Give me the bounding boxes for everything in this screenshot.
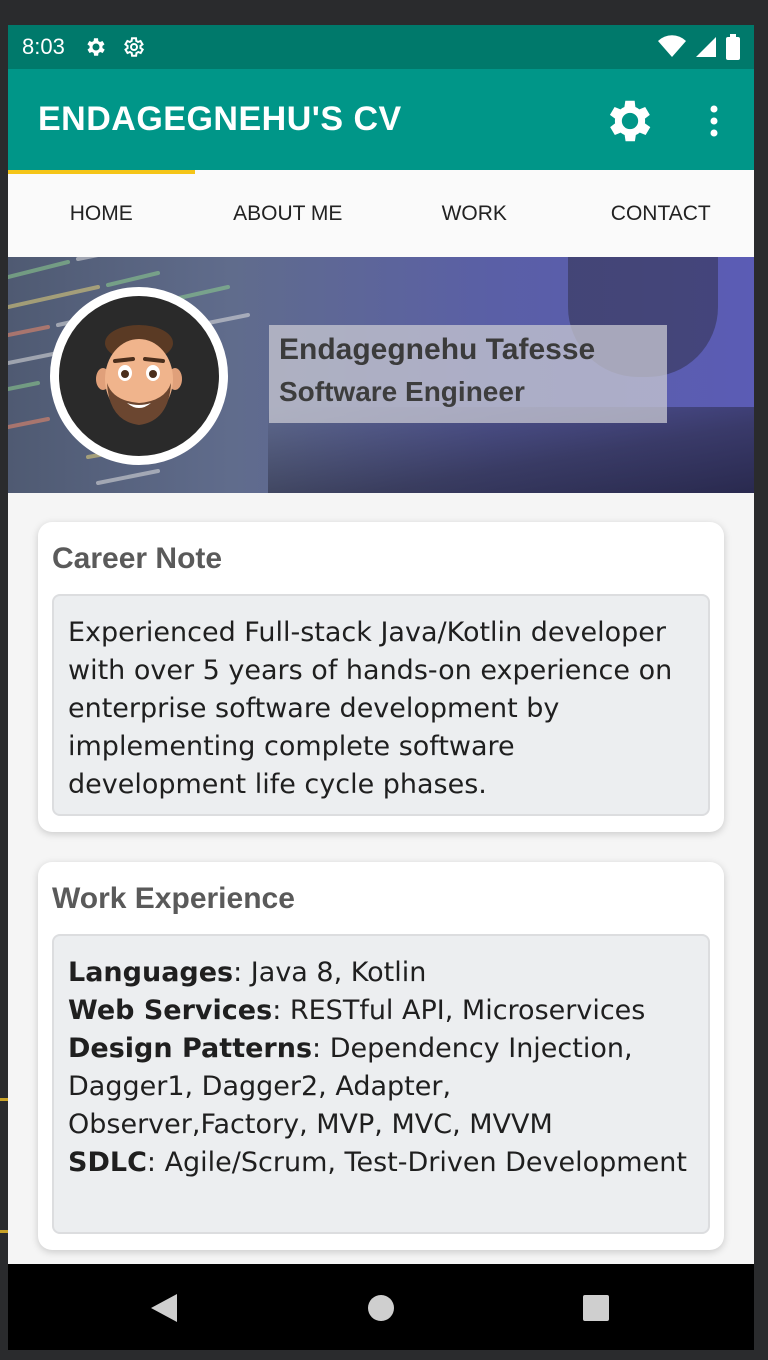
name-box: Endagegnehu Tafesse Software Engineer [269, 325, 667, 423]
back-icon [151, 1294, 177, 1322]
tab-label: CONTACT [610, 201, 711, 225]
career-note-text: Experienced Full-stack Java/Kotlin devel… [52, 594, 710, 816]
settings-gear-icon [87, 38, 105, 56]
work-item-value: : Java 8, Kotlin [233, 957, 427, 988]
battery-icon [726, 34, 740, 60]
tab-label: WORK [441, 201, 507, 225]
status-icons [658, 34, 740, 60]
work-item-sdlc: SDLC: Agile/Scrum, Test-Driven Developme… [68, 1144, 694, 1182]
frame-marker [0, 1230, 8, 1233]
memoji-avatar-icon [96, 325, 182, 425]
card-title: Career Note [52, 542, 223, 575]
card-title: Work Experience [52, 882, 295, 915]
device-frame-top [0, 0, 768, 25]
work-item-label: SDLC [68, 1147, 147, 1178]
tab-about-me[interactable]: ABOUT ME [195, 170, 382, 257]
work-item-value: : RESTful API, Microservices [272, 995, 646, 1026]
settings-icon [609, 100, 651, 142]
tab-label: HOME [69, 201, 133, 225]
work-experience-list: Languages: Java 8, Kotlin Web Services: … [52, 934, 710, 1234]
tab-home[interactable]: HOME [8, 170, 195, 257]
app-title: ENDAGEGNEHU'S CV [38, 100, 402, 138]
work-experience-card: Work Experience Languages: Java 8, Kotli… [38, 862, 724, 1250]
back-button[interactable] [142, 1286, 186, 1330]
tab-work[interactable]: WORK [381, 170, 568, 257]
work-item-value: : Agile/Scrum, Test-Driven Development [146, 1147, 687, 1178]
device-frame-right [754, 0, 768, 1360]
recents-button[interactable] [574, 1286, 618, 1330]
tab-label: ABOUT ME [233, 201, 343, 225]
profile-banner: Endagegnehu Tafesse Software Engineer [8, 257, 754, 493]
recents-icon [583, 1295, 609, 1321]
profile-name: Endagegnehu Tafesse [279, 333, 596, 366]
wifi-icon [658, 35, 686, 57]
settings-button[interactable] [600, 91, 660, 151]
system-nav-bar [8, 1264, 754, 1350]
more-vert-icon [710, 105, 718, 137]
frame-marker [0, 1098, 8, 1101]
app-bar: ENDAGEGNEHU'S CV [8, 69, 754, 170]
device-frame-left [0, 0, 8, 1360]
work-item-languages: Languages: Java 8, Kotlin [68, 954, 694, 992]
device-frame-bottom [0, 1350, 768, 1360]
settings-gear-outline-icon [123, 37, 144, 57]
home-button[interactable] [359, 1286, 403, 1330]
work-item-label: Design Patterns [68, 1033, 313, 1064]
signal-icon [696, 37, 716, 57]
home-icon [368, 1295, 394, 1321]
work-item-design-patterns: Design Patterns: Dependency Injection, D… [68, 1030, 694, 1144]
more-options-button[interactable] [692, 91, 736, 151]
tab-bar: HOME ABOUT ME WORK CONTACT [8, 170, 754, 257]
status-time: 8:03 [22, 34, 65, 59]
avatar [50, 287, 228, 465]
phone-screen: 8:03 ENDAGEGNEHU'S CV HOME ABOUT ME WORK… [8, 25, 754, 1350]
career-note-card: Career Note Experienced Full-stack Java/… [38, 522, 724, 832]
work-item-web-services: Web Services: RESTful API, Microservices [68, 992, 694, 1030]
status-bar: 8:03 [8, 25, 754, 69]
profile-role: Software Engineer [279, 376, 525, 407]
work-item-label: Languages [68, 957, 234, 988]
work-item-label: Web Services [68, 995, 273, 1026]
tab-contact[interactable]: CONTACT [568, 170, 755, 257]
